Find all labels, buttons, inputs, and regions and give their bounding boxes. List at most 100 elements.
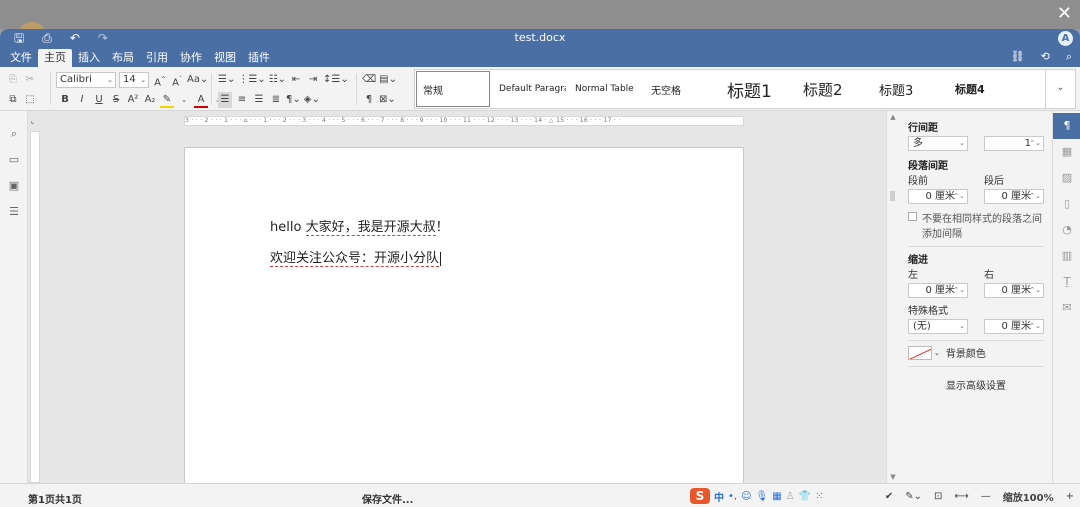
grow-font-icon[interactable]: A^	[153, 72, 167, 88]
ime-chinese-mode[interactable]: 中	[714, 489, 724, 504]
style-heading-4[interactable]: 标题4	[947, 70, 1023, 108]
bold-icon[interactable]: B	[58, 92, 72, 108]
font-name-select[interactable]: Calibri ⌄	[56, 72, 116, 88]
special-format-select[interactable]: (无) ⌄	[908, 319, 968, 334]
style-no-spacing[interactable]: 无空格	[643, 70, 719, 108]
shading-icon[interactable]: ◈⌄	[304, 92, 320, 108]
paragraph-2[interactable]: 欢迎关注公众号：开源小分队	[270, 247, 442, 267]
document-page[interactable]: hello 大家好，我是开源大叔！ 欢迎关注公众号：开源小分队	[184, 147, 744, 483]
line-spacing-value-input[interactable]: 1 ⌃⌄	[984, 136, 1044, 151]
paragraph-settings-icon[interactable]: ¶	[1053, 113, 1080, 139]
tab-plugins[interactable]: 插件	[242, 49, 276, 67]
ime-keyboard-icon[interactable]: ▦	[772, 491, 781, 502]
copy-icon[interactable]: ⎘	[6, 72, 20, 88]
horizontal-ruler[interactable]: 3 · · · 2 · · · 1 · · · ⌂ · · · 1 · · · …	[184, 116, 744, 126]
ime-user-icon[interactable]: ♙	[786, 491, 795, 502]
zoom-in-button[interactable]: +	[1066, 491, 1074, 502]
numbered-list-icon[interactable]: ⋮☰⌄	[238, 72, 265, 88]
spacing-before-input[interactable]: 0 厘米 ⌃⌄	[908, 189, 968, 204]
bullet-list-icon[interactable]: ☰⌄	[218, 72, 235, 88]
style-heading-3[interactable]: 标题3	[871, 70, 947, 108]
user-avatar[interactable]: A	[1058, 31, 1073, 46]
styles-expand-icon[interactable]: ⌄	[1045, 70, 1075, 108]
tab-references[interactable]: 引用	[140, 49, 174, 67]
comments-icon[interactable]: ▭	[0, 147, 28, 173]
special-amount-input[interactable]: 0 厘米 ⌃⌄	[984, 319, 1044, 334]
align-left-icon[interactable]: ☰	[218, 92, 232, 108]
fit-page-icon[interactable]: ⊡	[934, 491, 942, 502]
strikethrough-icon[interactable]: S	[109, 92, 123, 108]
search-icon[interactable]: ⌕	[0, 121, 28, 147]
nonprinting-icon[interactable]: ¶	[362, 92, 376, 108]
font-color-icon[interactable]: A	[194, 92, 208, 108]
tab-stop-icon[interactable]: ⌞	[31, 117, 39, 125]
paste-icon[interactable]: ⧉	[6, 92, 20, 108]
zoom-level[interactable]: 缩放100%	[1003, 489, 1054, 504]
history-icon[interactable]: ⟲	[1041, 50, 1050, 64]
ime-mic-icon[interactable]: 🎙	[756, 491, 769, 502]
tab-view[interactable]: 视图	[208, 49, 242, 67]
italic-icon[interactable]: I	[75, 92, 89, 108]
align-center-icon[interactable]: ≡	[235, 92, 249, 108]
navigation-icon[interactable]: ☰	[0, 199, 28, 225]
multilevel-list-icon[interactable]: ☷⌄	[269, 72, 286, 88]
table-settings-icon[interactable]: ▦	[1053, 139, 1080, 165]
bg-color-dropdown-icon[interactable]: ⌄	[934, 349, 940, 357]
tab-collaborate[interactable]: 协作	[174, 49, 208, 67]
select-all-icon[interactable]: ⬚	[23, 92, 37, 108]
track-changes-icon[interactable]: ✎⌄	[905, 491, 922, 502]
image-settings-icon[interactable]: ▨	[1053, 165, 1080, 191]
justify-icon[interactable]: ≣	[269, 92, 283, 108]
chat-icon[interactable]: ▣	[0, 173, 28, 199]
paragraph-marks-icon[interactable]: ¶⌄	[286, 92, 301, 108]
vertical-scrollbar[interactable]: ▲ ▼	[886, 111, 898, 483]
highlight-color-icon[interactable]: ✎	[160, 92, 174, 108]
close-icon[interactable]: ✕	[1057, 4, 1072, 24]
copy-style-icon[interactable]: ▤⌄	[379, 72, 397, 88]
search-icon[interactable]: ⌕	[1066, 50, 1072, 64]
ime-skin-icon[interactable]: 👕	[799, 491, 811, 502]
tab-file[interactable]: 文件	[4, 49, 38, 67]
style-heading-1[interactable]: 标题1	[719, 70, 795, 108]
indent-right-input[interactable]: 0 厘米 ⌃⌄	[984, 283, 1044, 298]
subscript-icon[interactable]: A₂	[143, 92, 157, 108]
tab-insert[interactable]: 插入	[72, 49, 106, 67]
spellcheck-icon[interactable]: ✔	[885, 491, 893, 502]
change-case-icon[interactable]: Aa⌄	[187, 72, 208, 88]
tab-home[interactable]: 主页	[38, 49, 72, 67]
tab-layout[interactable]: 布局	[106, 49, 140, 67]
header-footer-icon[interactable]: ▯	[1053, 191, 1080, 217]
zoom-out-button[interactable]: —	[981, 491, 991, 502]
chart-settings-icon[interactable]: ▥	[1053, 243, 1080, 269]
sogou-ime-icon[interactable]: S	[690, 488, 710, 504]
font-size-select[interactable]: 14 ⌄	[119, 72, 149, 88]
link-icon[interactable]: ⛓	[1011, 50, 1025, 64]
indent-left-input[interactable]: 0 厘米 ⌃⌄	[908, 283, 968, 298]
shape-settings-icon[interactable]: ◔	[1053, 217, 1080, 243]
cut-icon[interactable]: ✂	[23, 72, 37, 88]
underline-icon[interactable]: U	[92, 92, 106, 108]
increase-indent-icon[interactable]: ⇥	[306, 72, 320, 88]
vertical-ruler[interactable]	[30, 131, 40, 483]
line-spacing-icon[interactable]: ↕☰⌄	[323, 72, 349, 88]
superscript-icon[interactable]: A²	[126, 92, 140, 108]
background-color-swatch[interactable]	[908, 345, 932, 360]
ime-grid-icon[interactable]: ⁙	[815, 491, 823, 502]
text-art-icon[interactable]: Ṯ	[1053, 269, 1080, 295]
paragraph-1[interactable]: hello 大家好，我是开源大叔！	[270, 216, 449, 236]
insert-object-icon[interactable]: ⊠⌄	[379, 92, 396, 108]
scroll-thumb[interactable]	[890, 191, 895, 201]
mail-merge-icon[interactable]: ✉	[1053, 295, 1080, 321]
line-spacing-mode-select[interactable]: 多 ⌄	[908, 136, 968, 151]
highlight-dropdown-icon[interactable]: ⌄	[177, 92, 191, 108]
style-normal-table[interactable]: Normal Table	[567, 70, 643, 108]
ime-punct-icon[interactable]: •,	[728, 491, 737, 502]
align-right-icon[interactable]: ☰	[252, 92, 266, 108]
style-normal[interactable]: 常规	[415, 70, 491, 108]
spacing-after-input[interactable]: 0 厘米 ⌃⌄	[984, 189, 1044, 204]
show-advanced-settings-link[interactable]: 显示高级设置	[908, 377, 1044, 392]
style-default-paragraph[interactable]: Default Paragraj	[491, 70, 567, 108]
no-space-checkbox[interactable]	[908, 212, 917, 221]
clear-format-icon[interactable]: ⌫	[362, 72, 376, 88]
shrink-font-icon[interactable]: Aˇ	[170, 72, 184, 88]
